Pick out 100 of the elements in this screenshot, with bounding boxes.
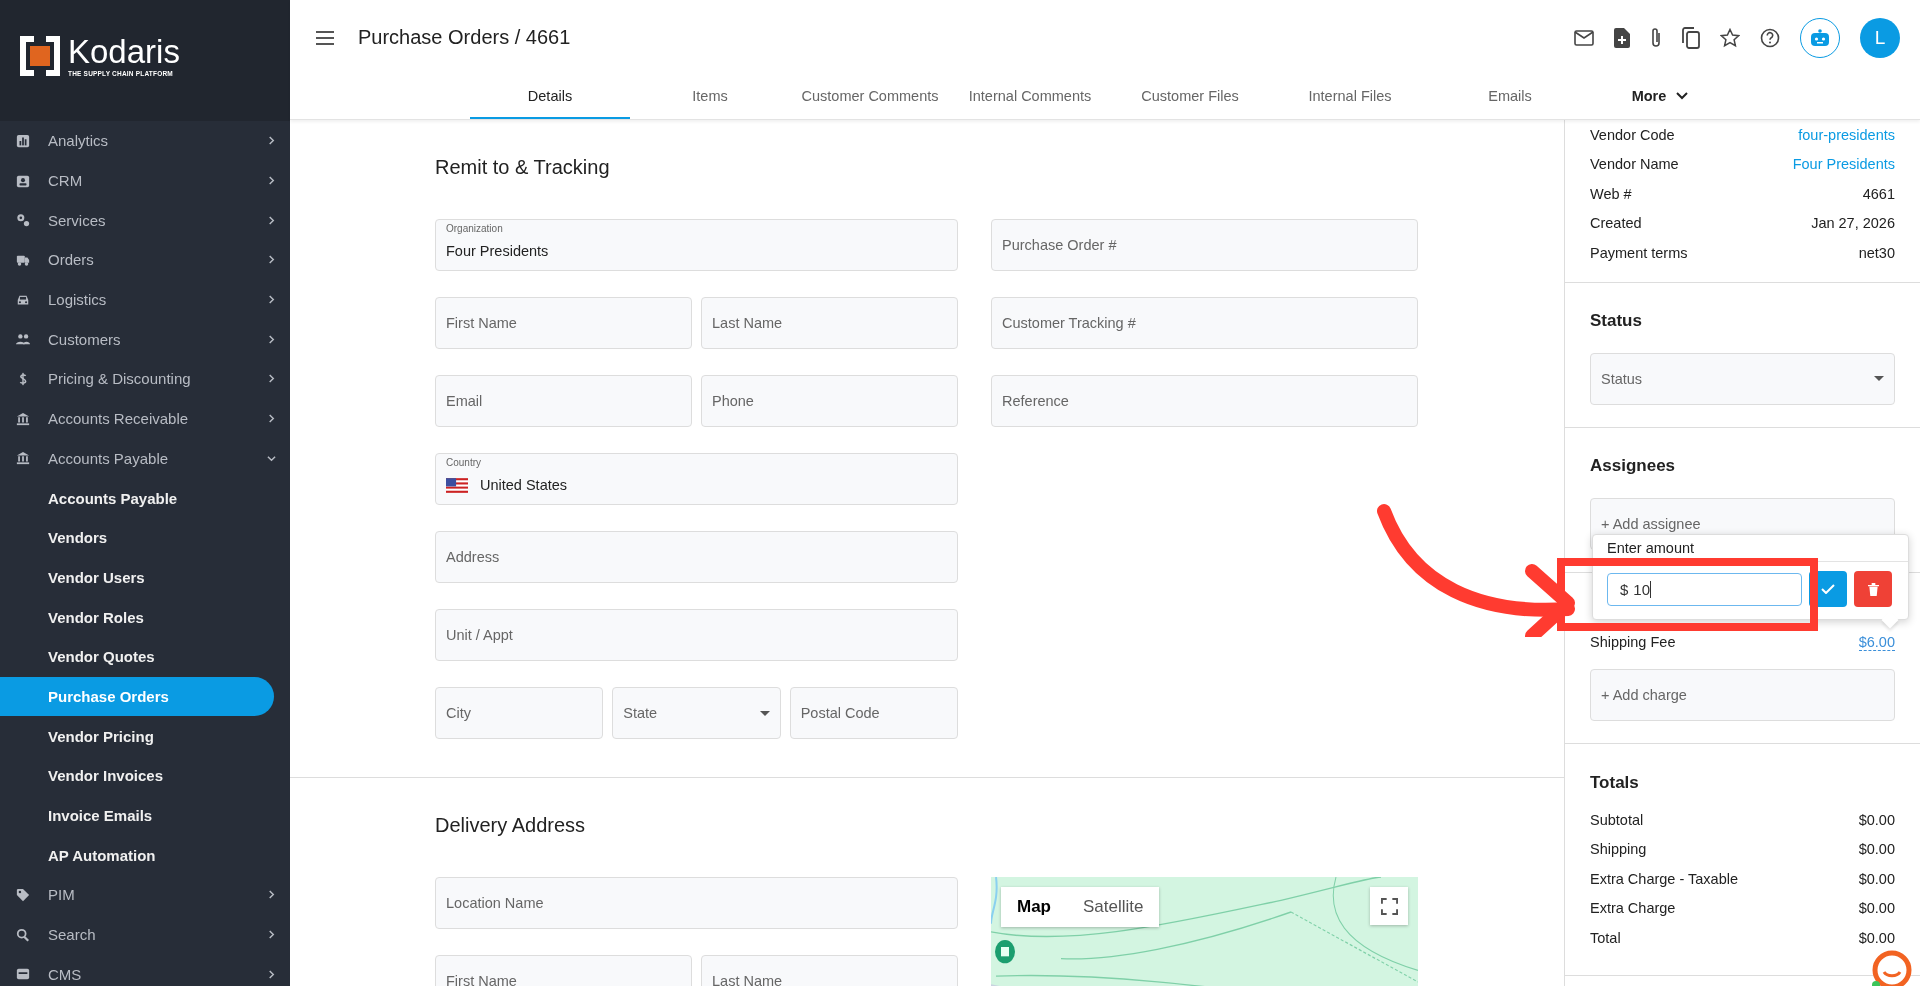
nav-subitem[interactable]: Vendors xyxy=(0,517,274,558)
input-field[interactable]: Organization Four Presidents xyxy=(435,219,958,271)
chat-button[interactable] xyxy=(1872,950,1912,986)
input-field[interactable]: Email xyxy=(435,375,692,427)
more-menu[interactable]: More xyxy=(1590,75,1730,119)
nav-subitem[interactable]: Purchase Orders xyxy=(0,676,274,717)
country-select[interactable]: Country United States xyxy=(435,453,958,505)
total-value: $0.00 xyxy=(1858,929,1895,946)
robot-icon xyxy=(1810,28,1830,47)
logo-icon xyxy=(18,33,62,78)
user-avatar[interactable]: L xyxy=(1860,17,1900,58)
panel-title: Assignees xyxy=(1590,455,1677,476)
total-label: Extra Charge - Taxable xyxy=(1590,870,1739,887)
detail-link[interactable]: Four Presidents xyxy=(1792,156,1895,173)
tab[interactable]: Details xyxy=(470,75,630,119)
people-icon xyxy=(16,332,30,347)
page-title: Purchase Orders / 4661 xyxy=(358,26,571,49)
nav-subitem[interactable]: Accounts Payable xyxy=(0,478,274,518)
bank-icon xyxy=(16,411,30,426)
nav-item[interactable]: Orders xyxy=(0,240,290,280)
check-icon xyxy=(1821,584,1835,594)
chevron-down-icon xyxy=(1676,92,1689,100)
charge-amount-link[interactable]: $6.00 xyxy=(1858,633,1895,651)
brand-name: Kodaris xyxy=(68,34,180,70)
add-document-icon[interactable] xyxy=(1614,27,1630,48)
detail-label: Vendor Name xyxy=(1590,156,1679,173)
nav-item[interactable]: Services xyxy=(0,200,290,241)
star-icon[interactable] xyxy=(1720,27,1740,48)
status-select[interactable]: Status xyxy=(1590,352,1895,405)
mail-icon[interactable] xyxy=(1574,29,1594,46)
total-label: Extra Charge xyxy=(1590,900,1676,917)
help-icon[interactable] xyxy=(1760,27,1780,48)
tag-icon xyxy=(16,887,30,902)
nav-subitem[interactable]: Invoice Emails xyxy=(0,795,274,836)
panel-title: Status xyxy=(1590,310,1643,331)
bank-icon xyxy=(16,451,30,466)
detail-label: Vendor Code xyxy=(1590,126,1675,143)
add-charge-field[interactable]: + Add charge xyxy=(1590,669,1895,721)
input-field[interactable]: Unit / Appt xyxy=(435,609,958,661)
input-field[interactable]: City xyxy=(435,687,604,739)
nav-item[interactable]: CRM xyxy=(0,160,290,201)
tab[interactable]: Customer Files xyxy=(1110,75,1270,119)
popover-pointer xyxy=(1881,611,1899,629)
nav-item[interactable]: Pricing & Discounting xyxy=(0,359,290,399)
input-field[interactable]: Customer Tracking # xyxy=(991,297,1418,349)
input-field[interactable]: Address xyxy=(435,531,958,583)
copy-icon[interactable] xyxy=(1682,26,1700,49)
nav-subitem[interactable]: Vendor Roles xyxy=(0,597,274,637)
delete-button[interactable] xyxy=(1854,571,1892,607)
input-field[interactable]: Last Name xyxy=(701,297,958,349)
nav-subitem[interactable]: Vendor Pricing xyxy=(0,716,274,756)
paperclip-icon[interactable] xyxy=(1650,26,1662,49)
fullscreen-button[interactable] xyxy=(1370,887,1408,925)
select-field[interactable]: State xyxy=(612,687,781,739)
map-type-button[interactable]: Satellite xyxy=(1067,887,1160,927)
total-label: Total xyxy=(1590,929,1621,946)
menu-icon[interactable] xyxy=(316,30,334,45)
section-title: Remit to & Tracking xyxy=(435,156,611,179)
tab[interactable]: Emails xyxy=(1430,75,1590,119)
nav-item[interactable]: Analytics xyxy=(0,121,290,161)
nav-item[interactable]: Accounts Payable xyxy=(0,438,290,479)
total-label: Shipping xyxy=(1590,841,1647,858)
amount-input[interactable]: $ 10 xyxy=(1607,572,1802,606)
trash-icon xyxy=(1867,582,1879,596)
detail-label: Payment terms xyxy=(1590,244,1688,261)
tab[interactable]: Customer Comments xyxy=(790,75,950,119)
input-field[interactable]: Purchase Order # xyxy=(991,219,1418,271)
input-field[interactable]: Last Name xyxy=(701,955,958,986)
tab[interactable]: Internal Files xyxy=(1270,75,1430,119)
fullscreen-icon xyxy=(1380,897,1398,915)
detail-label: Created xyxy=(1590,215,1642,232)
nav-subitem[interactable]: Vendor Users xyxy=(0,557,274,598)
total-label: Subtotal xyxy=(1590,811,1644,828)
detail-value: Jan 27, 2026 xyxy=(1811,215,1895,232)
map-type-button[interactable]: Map xyxy=(1001,887,1067,927)
nav-subitem[interactable]: AP Automation xyxy=(0,835,274,876)
tab[interactable]: Internal Comments xyxy=(950,75,1110,119)
charge-label: Shipping Fee xyxy=(1590,634,1676,651)
input-field[interactable]: Location Name xyxy=(435,877,958,929)
input-field[interactable]: First Name xyxy=(435,955,692,986)
nav-item[interactable]: Accounts Receivable xyxy=(0,398,290,439)
nav-item[interactable]: Customers xyxy=(0,319,290,360)
detail-link[interactable]: four-presidents xyxy=(1798,126,1895,143)
input-field[interactable]: Reference xyxy=(991,375,1418,427)
total-value: $0.00 xyxy=(1858,841,1895,858)
nav-subitem[interactable]: Vendor Invoices xyxy=(0,756,274,796)
nav-subitem[interactable]: Vendor Quotes xyxy=(0,636,274,677)
contact-card-icon xyxy=(16,173,30,188)
bar-chart-icon xyxy=(16,133,30,148)
input-field[interactable]: Postal Code xyxy=(789,687,958,739)
panel-title: Totals xyxy=(1590,773,1640,793)
nav-item[interactable]: PIM xyxy=(0,875,290,915)
nav-item[interactable]: CMS xyxy=(0,954,290,986)
tab[interactable]: Items xyxy=(630,75,790,119)
nav-item[interactable]: Logistics xyxy=(0,279,290,320)
detail-value: 4661 xyxy=(1862,185,1895,202)
input-field[interactable]: Phone xyxy=(701,375,958,427)
input-field[interactable]: First Name xyxy=(435,297,692,349)
nav-item[interactable]: Search xyxy=(0,914,290,955)
detail-value: net30 xyxy=(1858,244,1895,261)
